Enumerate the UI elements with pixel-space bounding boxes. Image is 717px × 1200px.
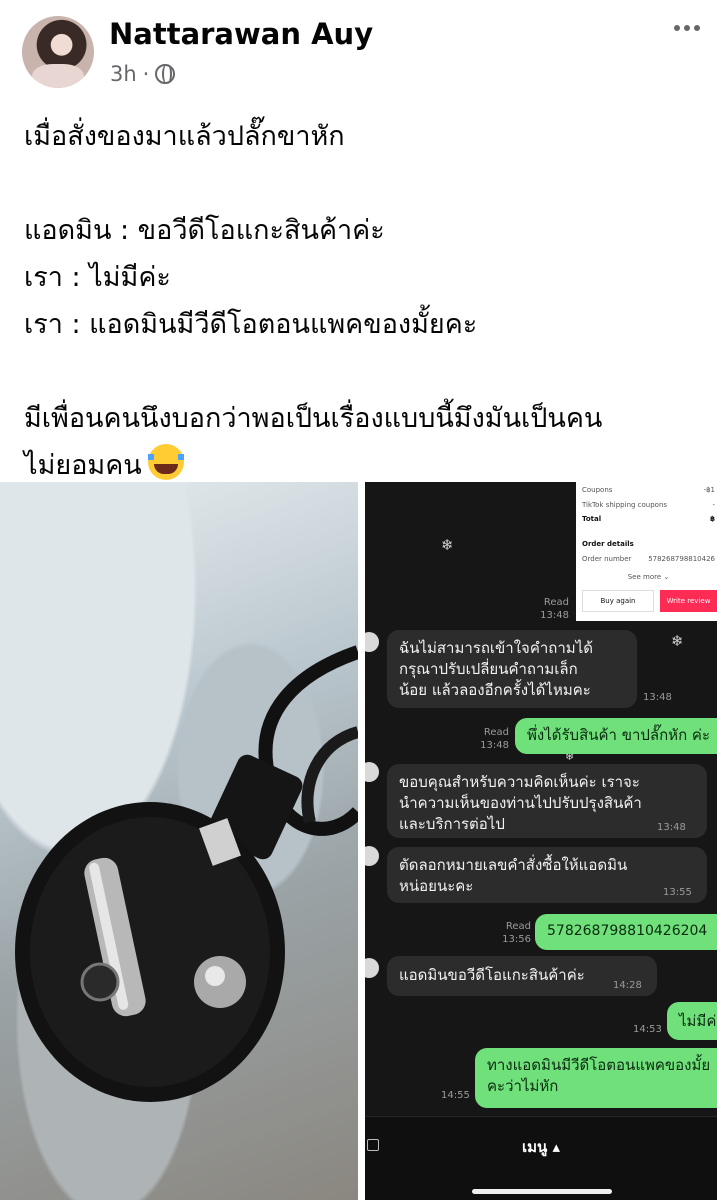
shop-avatar-icon — [365, 762, 379, 782]
message-text: แอดมินขอวีดีโอแกะสินค้าค่ะ — [399, 966, 585, 984]
post-body: เมื่อสั่งของมาแล้วปลั๊กขาหัก แอดมิน : ขอ… — [24, 113, 704, 489]
plug-illustration — [15, 645, 358, 1102]
author-name[interactable]: Nattarawan Auy — [109, 17, 373, 51]
order-number-value: 578268798810426 — [648, 555, 715, 563]
message-text: ขอบคุณสำหรับความคิดเห็นค่ะ เราจะนำความเห… — [399, 773, 642, 833]
message-time: 14:53 — [633, 1024, 662, 1035]
message-text: ฉันไม่สามารถเข้าใจคำถามได้ กรุณาปรับเปลี… — [399, 639, 593, 699]
shipping-coupons-value: - — [712, 501, 715, 509]
write-review-button[interactable]: Write review — [660, 590, 717, 612]
read-receipt: Read 13:56 — [487, 920, 531, 946]
order-details-row: Order details — [582, 540, 717, 548]
see-more-link[interactable]: See more ⌄ — [582, 573, 717, 581]
outgoing-message: 578268798810426204 — [535, 914, 717, 950]
more-options-icon[interactable] — [669, 16, 705, 40]
read-receipt: Read 13:48 — [465, 726, 509, 752]
order-number-row: Order number 578268798810426 — [582, 555, 717, 563]
post-line-text: ไม่ยอมคน — [24, 450, 142, 481]
shipping-coupons-row: TikTok shipping coupons - — [582, 501, 717, 509]
order-summary-card: Coupons -฿1 TikTok shipping coupons - Tota… — [576, 482, 717, 621]
chat-menu-bar: เมนู ▴ — [365, 1116, 717, 1200]
laughing-emoji-icon — [147, 444, 184, 480]
globe-icon — [155, 64, 176, 84]
incoming-message: ฉันไม่สามารถเข้าใจคำถามได้ กรุณาปรับเปลี… — [387, 630, 637, 708]
post-header: Nattarawan Auy 3h · — [0, 0, 717, 100]
outgoing-message: พึ่งได้รับสินค้า ขาปลั๊กหัก ค่ะ — [515, 718, 717, 754]
read-time: 13:48 — [480, 740, 509, 751]
snowflake-icon: ❄ — [441, 536, 454, 554]
message-text: ไม่มีค่ะ — [679, 1012, 717, 1030]
shop-avatar-icon — [365, 846, 379, 866]
post-line: เมื่อสั่งของมาแล้วปลั๊กขาหัก — [24, 121, 345, 152]
total-value: ฿ — [710, 515, 715, 523]
message-time: 13:55 — [663, 887, 692, 898]
outgoing-message: ทางแอดมินมีวีดีโอตอนแพคของมั้ยคะว่าไม่หั… — [475, 1048, 717, 1108]
author-avatar[interactable] — [22, 16, 94, 88]
coupons-label: Coupons — [582, 486, 613, 494]
message-time: 14:55 — [441, 1090, 470, 1101]
post-time[interactable]: 3h — [110, 62, 137, 86]
post-line-blank — [24, 348, 704, 395]
shop-avatar-icon — [365, 958, 379, 978]
post-line-blank — [24, 160, 704, 207]
message-text: 578268798810426204 — [547, 923, 708, 939]
order-details-label: Order details — [582, 540, 634, 548]
order-number-label: Order number — [582, 555, 632, 563]
buy-again-button[interactable]: Buy again — [582, 590, 654, 612]
post-photo-chat-screenshot[interactable]: Coupons -฿1 TikTok shipping coupons - Tota… — [365, 482, 717, 1200]
message-text: พึ่งได้รับสินค้า ขาปลั๊กหัก ค่ะ — [527, 726, 711, 744]
message-time: 13:48 — [643, 692, 672, 703]
read-label: Read — [483, 727, 509, 738]
coupons-row: Coupons -฿1 — [582, 486, 717, 494]
read-time: 13:48 — [540, 610, 569, 621]
message-text: ตัดลอกหมายเลขคำสั่งซื้อให้แอดมินหน่อยนะค… — [399, 856, 628, 895]
see-more-label[interactable]: See more ⌄ — [628, 573, 672, 581]
home-indicator — [472, 1189, 612, 1194]
post-line: มีเพื่อนคนนึงบอกว่าพอเป็นเรื่องแบบนี้มึง… — [24, 403, 603, 434]
post-line: เรา : แอดมินมีวีดีโอตอนแพคของมั้ยคะ — [24, 309, 478, 340]
message-time: 13:48 — [657, 822, 686, 833]
read-receipt: Read 13:48 — [525, 596, 569, 622]
message-text: ทางแอดมินมีวีดีโอตอนแพคของมั้ยคะว่าไม่หั… — [487, 1056, 711, 1095]
post-line: เรา : ไม่มีค่ะ — [24, 262, 171, 293]
read-time: 13:56 — [502, 934, 531, 945]
coupons-value: -฿1 — [703, 486, 715, 494]
message-time: 14:28 — [613, 980, 642, 991]
read-label: Read — [543, 597, 569, 608]
post-photo-plug[interactable] — [0, 482, 358, 1200]
post-line: แอดมิน : ขอวีดีโอแกะสินค้าค่ะ — [24, 215, 385, 246]
menu-button[interactable]: เมนู ▴ — [365, 1135, 717, 1159]
outgoing-message: ไม่มีค่ะ — [667, 1002, 717, 1040]
shipping-coupons-label: TikTok shipping coupons — [582, 501, 668, 509]
snowflake-icon: ❄ — [671, 632, 684, 650]
shop-avatar-icon — [365, 632, 379, 652]
post-meta: 3h · — [110, 62, 176, 86]
meta-separator: · — [142, 62, 150, 86]
total-row: Total ฿ — [582, 515, 717, 523]
total-label: Total — [582, 515, 602, 523]
incoming-message: ตัดลอกหมายเลขคำสั่งซื้อให้แอดมินหน่อยนะค… — [387, 847, 707, 903]
read-label: Read — [505, 921, 531, 932]
